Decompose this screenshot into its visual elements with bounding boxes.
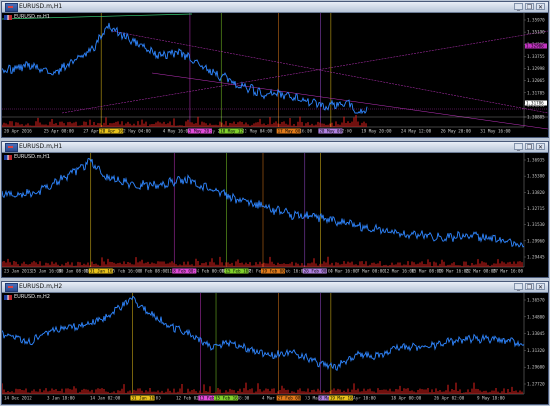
time-tick-label: 24 May 12:00 bbox=[401, 129, 432, 134]
time-tick-label: 27 Mar 16:00 bbox=[493, 269, 524, 274]
price-tick-label: 1.33045 bbox=[527, 331, 545, 336]
time-tick-label: 19 Mar 16:00 bbox=[439, 269, 470, 274]
price-chart-1[interactable]: 1.359701.351901.343951.337551.329981.320… bbox=[2, 13, 548, 137]
minimize-button[interactable]: _ bbox=[514, 143, 523, 151]
time-tick-label: 15 Mar 08:00 bbox=[411, 269, 442, 274]
price-tick-label: 1.33755 bbox=[527, 54, 545, 59]
chart-app-icon bbox=[5, 143, 18, 152]
price-chart-3[interactable]: 1.36570 1.34800 1.33045 1.31320 1.29600 1.277… bbox=[2, 293, 548, 404]
price-tick-label: 1.31785 bbox=[527, 90, 545, 95]
event-time-tag-label: 8 Feb 00:00 bbox=[173, 269, 201, 274]
chart-window-2[interactable]: EURUSD.m,H1 _ ❐ ✕ 1.36935 1.35380 1.33820 1… bbox=[1, 141, 549, 278]
time-tick-label: 9 May 18:00 bbox=[477, 396, 505, 401]
chart-window-1[interactable]: EURUSD.m,H1 _ ❐ ✕ 1.359701.351901.343951… bbox=[1, 1, 549, 138]
chart-background bbox=[2, 13, 548, 137]
restore-button[interactable]: ❐ bbox=[525, 283, 534, 291]
event-time-tag-label: 31 Jan 16:00 bbox=[132, 396, 163, 401]
price-tick-label: 1.35970 bbox=[527, 18, 545, 23]
time-tick-label: 3 Jan 18:00 bbox=[47, 396, 75, 401]
event-time-tag-label: 31 Jan 16:00 bbox=[90, 269, 121, 274]
time-tick-label: 30 Jan 08:00 bbox=[58, 269, 89, 274]
close-button[interactable]: ✕ bbox=[536, 143, 545, 151]
close-button[interactable]: ✕ bbox=[536, 283, 545, 291]
price-tick-label: 1.36935 bbox=[527, 158, 545, 163]
current-price-label: 1.32906 bbox=[526, 44, 544, 49]
price-tick-label: 1.36570 bbox=[527, 298, 545, 303]
time-tick-label: 23 Jan 2013 bbox=[4, 269, 32, 274]
currency-flag-icon bbox=[4, 155, 12, 160]
time-tick-label: 14 Jan 02:00 bbox=[90, 396, 121, 401]
chart-background bbox=[2, 293, 548, 404]
time-tick-label: 18 Apr 00:00 bbox=[391, 396, 422, 401]
event-time-tag-label: 26 Feb 00:00 bbox=[304, 269, 335, 274]
time-tick-label: 22 Mar 08:00 bbox=[466, 269, 497, 274]
window-title: EURUSD.m,H2 bbox=[19, 283, 63, 290]
window-titlebar[interactable]: EURUSD.m,H1 _ ❐ ✕ bbox=[2, 2, 548, 13]
event-time-tag-label: 27 Feb 08:00 bbox=[278, 396, 309, 401]
price-tick-label: 1.27720 bbox=[527, 382, 545, 387]
time-tick-label: 25 Apr 08:00 bbox=[44, 129, 75, 134]
time-tick-label: 20 Apr 2016 bbox=[4, 129, 32, 134]
chart-symbol-label: EURUSD.m,H1 bbox=[4, 14, 50, 21]
time-tick-label: 25 Jan 16:00 bbox=[31, 269, 62, 274]
price-tick-label: 1.29600 bbox=[527, 365, 545, 370]
price-chart-2[interactable]: 1.36935 1.35380 1.33820 1.32715 1.31530 1.299… bbox=[2, 153, 548, 277]
price-tick-label: 1.29445 bbox=[527, 255, 545, 260]
price-tick-label: 1.29960 bbox=[527, 238, 545, 243]
restore-button[interactable]: ❐ bbox=[525, 143, 534, 151]
chart-app-icon bbox=[5, 3, 18, 12]
close-button[interactable]: ✕ bbox=[536, 3, 545, 11]
event-time-tag-label: 15 Feb 16:00 bbox=[225, 269, 256, 274]
event-time-tag-label: 19 Mar 16:00 bbox=[330, 396, 361, 401]
currency-flag-icon bbox=[4, 15, 12, 20]
window-titlebar[interactable]: EURUSD.m,H2 _ ❐ ✕ bbox=[2, 282, 548, 293]
window-title: EURUSD.m,H1 bbox=[19, 3, 63, 10]
minimize-button[interactable]: _ bbox=[514, 283, 523, 291]
chart-symbol-label: EURUSD.m,H1 bbox=[4, 154, 50, 161]
time-tick-label: 7 Mar 00:00 bbox=[357, 269, 385, 274]
price-tick-label: 1.31320 bbox=[527, 348, 545, 353]
chart-app-icon bbox=[5, 283, 18, 292]
time-tick-label: 8 Feb 08:00 bbox=[140, 269, 168, 274]
time-tick-label: 12 Mar 16:00 bbox=[384, 269, 415, 274]
time-tick-label: 26 May 20:00 bbox=[441, 129, 472, 134]
minimize-button[interactable]: _ bbox=[514, 3, 523, 11]
event-time-tag-label: 10 May 12:00 bbox=[220, 129, 251, 134]
time-tick-label: 26 Apr 02:00 bbox=[434, 396, 465, 401]
event-time-tag-label: 19 Feb 00:00 bbox=[262, 269, 293, 274]
time-tick-label: 4 Mar 16:00 bbox=[330, 269, 358, 274]
restore-button[interactable]: ❐ bbox=[525, 3, 534, 11]
price-tick-label: 1.32998 bbox=[527, 66, 545, 71]
event-time-tag-label: 28 Apr 16:00 bbox=[100, 129, 131, 134]
window-titlebar[interactable]: EURUSD.m,H1 _ ❐ ✕ bbox=[2, 142, 548, 153]
price-tick-label: 1.35190 bbox=[527, 30, 545, 35]
price-tick-label: 1.31530 bbox=[527, 222, 545, 227]
chart-background bbox=[2, 153, 548, 277]
time-tick-label: 4 May 16:00 bbox=[163, 129, 191, 134]
event-time-tag-label: 15 Feb 16:00 bbox=[215, 396, 246, 401]
time-tick-label: 14 Dec 2012 bbox=[4, 396, 32, 401]
event-time-tag-label: 5 May 20:00 bbox=[189, 129, 217, 134]
price-tick-label: 1.32065 bbox=[527, 78, 545, 83]
price-tick-label: 1.33820 bbox=[527, 190, 545, 195]
price-tick-label: 1.34800 bbox=[527, 314, 545, 319]
event-time-tag-label: 17 May 00:00 bbox=[278, 129, 309, 134]
price-tick-label: 1.35380 bbox=[527, 174, 545, 179]
price-tick-label: 1.30885 bbox=[527, 115, 545, 120]
current-price-label: 1.31786 bbox=[526, 101, 544, 106]
time-tick-label: 31 May 16:00 bbox=[480, 129, 511, 134]
chart-symbol-label: EURUSD.m,H2 bbox=[4, 294, 50, 301]
chart-window-3[interactable]: EURUSD.m,H2 _ ❐ ✕ 1.36570 1.34800 1.33045 1… bbox=[1, 281, 549, 405]
price-tick-label: 1.32715 bbox=[527, 206, 545, 211]
window-title: EURUSD.m,H1 bbox=[19, 143, 63, 150]
time-tick-label: 19 May 20:00 bbox=[361, 129, 392, 134]
event-time-tag-label: 20 May 08:00 bbox=[319, 129, 350, 134]
currency-flag-icon bbox=[4, 295, 12, 300]
